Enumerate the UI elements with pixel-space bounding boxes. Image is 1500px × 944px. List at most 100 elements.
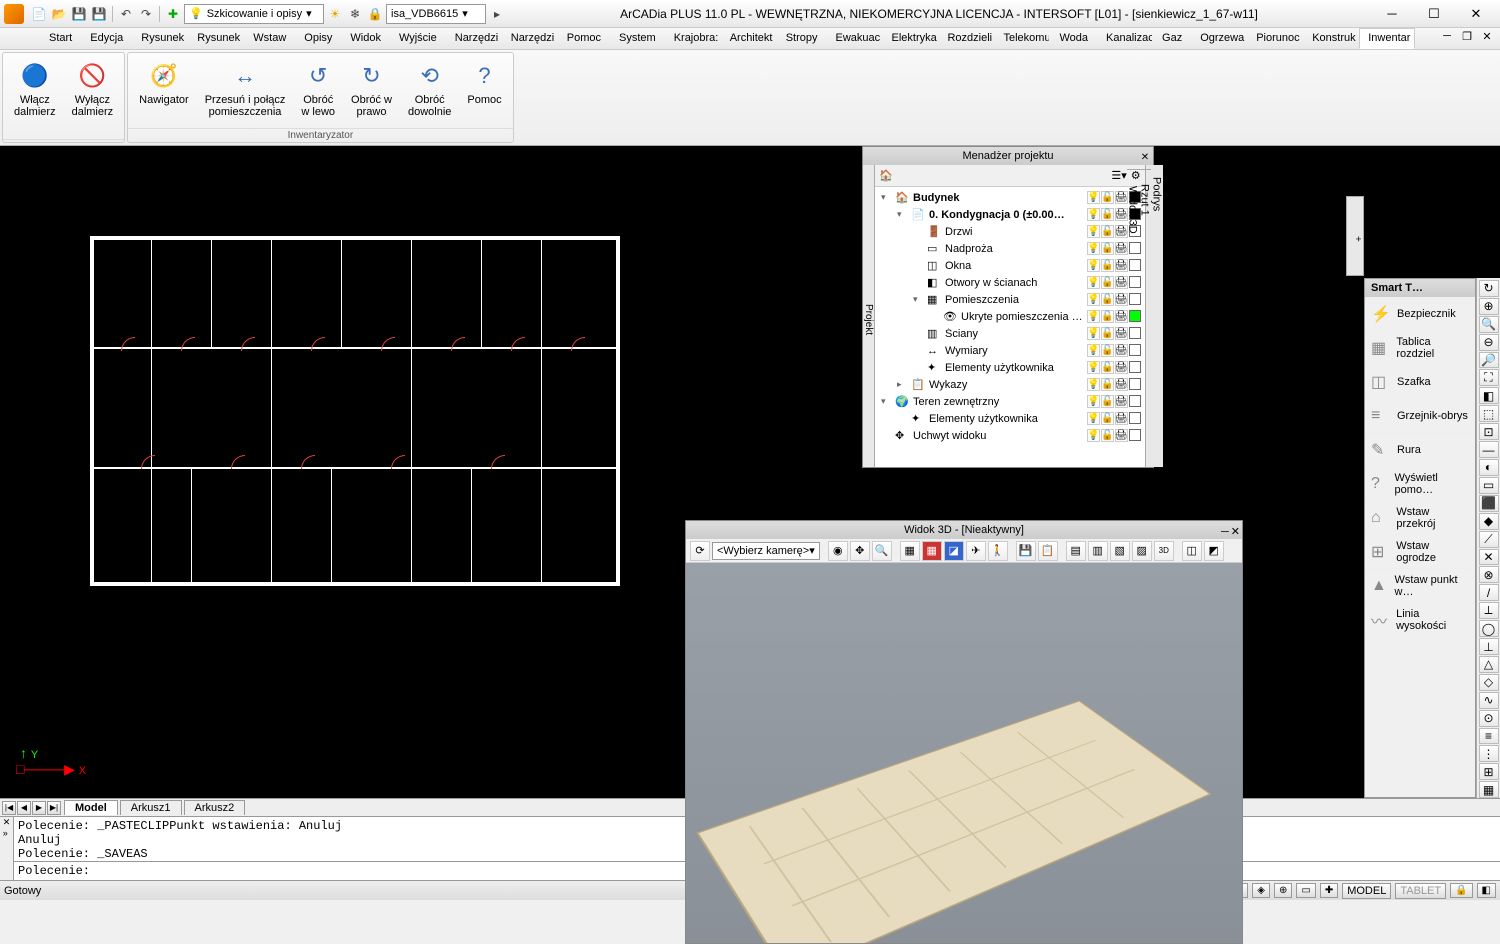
saveall-icon[interactable]: 💾 xyxy=(90,5,108,23)
tab-wstaw[interactable]: Wstaw xyxy=(244,28,295,49)
tab-system[interactable]: System xyxy=(610,28,665,49)
rtool-20[interactable]: ⊥ xyxy=(1479,638,1499,655)
tab-telekomu[interactable]: Telekomu xyxy=(994,28,1050,49)
v3d-save-icon[interactable]: 💾 xyxy=(1016,541,1036,561)
ribbon-wyłącz[interactable]: 🚫Wyłącz dalmierz xyxy=(65,57,121,135)
sheet-nav[interactable]: ▶| xyxy=(47,801,61,815)
tree-pomieszczenia[interactable]: ▾▦Pomieszczenia💡🔓🖨 xyxy=(877,291,1143,308)
v3d-orbit-icon[interactable]: ◉ xyxy=(828,541,848,561)
tree-budynek[interactable]: ▾🏠Budynek💡🔓🖨 xyxy=(877,189,1143,206)
v3d-t4-icon[interactable]: ▨ xyxy=(1132,541,1152,561)
view3d-title[interactable]: Widok 3D - [Nieaktywny] ─ ✕ xyxy=(686,521,1242,539)
sheet-nav[interactable]: |◀ xyxy=(2,801,16,815)
tab-elektryka[interactable]: Elektryka xyxy=(882,28,938,49)
tree-uchwyt-widoku[interactable]: ✥Uchwyt widoku💡🔓🖨 xyxy=(877,427,1143,444)
ribbon-włącz[interactable]: 🔵Włącz dalmierz xyxy=(7,57,63,135)
sheet-tab-arkusz2[interactable]: Arkusz2 xyxy=(184,800,246,815)
v3d-t2-icon[interactable]: ▥ xyxy=(1088,541,1108,561)
rtool-22[interactable]: ◇ xyxy=(1479,674,1499,691)
tab-pomoc[interactable]: Pomoc xyxy=(558,28,610,49)
sheet-tab-arkusz1[interactable]: Arkusz1 xyxy=(120,800,182,815)
rtool-24[interactable]: ⊙ xyxy=(1479,710,1499,727)
tree-drzwi[interactable]: 🚪Drzwi💡🔓🖨 xyxy=(877,223,1143,240)
tab-widok[interactable]: Widok xyxy=(341,28,390,49)
tree-0-kondygnacja-0-0-00-[interactable]: ▾📄0. Kondygnacja 0 (±0.00…💡🔓🖨 xyxy=(877,206,1143,223)
tree-teren-zewn-trzny[interactable]: ▾🌍Teren zewnętrzny💡🔓🖨 xyxy=(877,393,1143,410)
sun-icon[interactable]: ☀ xyxy=(326,5,344,23)
v3d-zoom-icon[interactable]: 🔍 xyxy=(872,541,892,561)
v3d-t5-icon[interactable]: ◫ xyxy=(1182,541,1202,561)
tab-inwentar[interactable]: Inwentar xyxy=(1359,28,1415,49)
smart-bezpiecznik[interactable]: ⚡Bezpiecznik xyxy=(1365,297,1475,331)
tab-narzędzi[interactable]: Narzędzi xyxy=(502,28,558,49)
rtool-25[interactable]: ≡ xyxy=(1479,728,1499,745)
tree-wykazy[interactable]: ▸📋Wykazy💡🔓🖨 xyxy=(877,376,1143,393)
tree-okna[interactable]: ◫Okna💡🔓🖨 xyxy=(877,257,1143,274)
tree-elementy-u-ytkownika[interactable]: ✦Elementy użytkownika💡🔓🖨 xyxy=(877,410,1143,427)
pm-close-icon[interactable]: ✕ xyxy=(1139,149,1151,161)
lock-icon[interactable]: 🔒 xyxy=(366,5,384,23)
tab-edycja[interactable]: Edycja xyxy=(81,28,132,49)
layer-icon[interactable]: ✚ xyxy=(164,5,182,23)
rtool-0[interactable]: ↻ xyxy=(1479,280,1499,297)
pm-right-tabs[interactable]: Podrys Rzut 1 Widok 3D xyxy=(1145,165,1163,467)
status-end-icon[interactable]: ◧ xyxy=(1477,883,1496,898)
plus-tab[interactable]: + xyxy=(1346,196,1364,276)
v3d-t3-icon[interactable]: ▧ xyxy=(1110,541,1130,561)
tree-wymiary[interactable]: ↔Wymiary💡🔓🖨 xyxy=(877,342,1143,359)
rtool-23[interactable]: ∿ xyxy=(1479,692,1499,709)
v3d-fly-icon[interactable]: ✈ xyxy=(966,541,986,561)
rtool-3[interactable]: ⊖ xyxy=(1479,334,1499,351)
v3d-min-icon[interactable]: ─ xyxy=(1221,523,1229,541)
view3d-viewport[interactable] xyxy=(686,563,1242,943)
rtool-17[interactable]: / xyxy=(1479,584,1499,601)
smart-linia-wysoko-ci[interactable]: 〰Linia wysokości xyxy=(1365,603,1475,637)
rtool-28[interactable]: ▦ xyxy=(1479,781,1499,798)
rtool-19[interactable]: ◯ xyxy=(1479,620,1499,637)
status-b7-icon[interactable]: ◈ xyxy=(1252,883,1270,898)
smart-rura[interactable]: ✎Rura xyxy=(1365,433,1475,467)
tree-nadpro-a[interactable]: ▭Nadproża💡🔓🖨 xyxy=(877,240,1143,257)
tab-opisy[interactable]: Opisy xyxy=(295,28,341,49)
layer-combo[interactable]: 💡 Szkicowanie i opisy ▾ xyxy=(184,4,324,24)
dropdown-icon[interactable]: ▸ xyxy=(488,5,506,23)
tab-rysunek[interactable]: Rysunek xyxy=(188,28,244,49)
smart-grzejnik-obrys[interactable]: ≡Grzejnik-obrys xyxy=(1365,399,1475,433)
sheet-nav[interactable]: ▶ xyxy=(32,801,46,815)
pm-tree[interactable]: ▾🏠Budynek💡🔓🖨▾📄0. Kondygnacja 0 (±0.00…💡🔓… xyxy=(875,187,1145,467)
status-b9-icon[interactable]: ▭ xyxy=(1296,883,1315,898)
camera-combo[interactable]: <Wybierz kamerę> ▾ xyxy=(712,542,820,560)
tab-architekt[interactable]: Architekt xyxy=(721,28,777,49)
close-button[interactable]: ✕ xyxy=(1456,2,1496,26)
status-b10-icon[interactable]: ✚ xyxy=(1320,883,1338,898)
undo-icon[interactable]: ↶ xyxy=(117,5,135,23)
tab-woda[interactable]: Woda xyxy=(1050,28,1097,49)
rtool-18[interactable]: ⟂ xyxy=(1479,602,1499,619)
open-icon[interactable]: 📂 xyxy=(50,5,68,23)
tab-ewakuac[interactable]: Ewakuac xyxy=(826,28,882,49)
save-icon[interactable]: 💾 xyxy=(70,5,88,23)
rtool-11[interactable]: ▭ xyxy=(1479,477,1499,494)
freeze-icon[interactable]: ❄ xyxy=(346,5,364,23)
tree-ukryte-pomieszczenia-[interactable]: 👁Ukryte pomieszczenia …💡🔓🖨 xyxy=(877,308,1143,325)
tab-stropy[interactable]: Stropy xyxy=(777,28,827,49)
tab-rysunek[interactable]: Rysunek xyxy=(132,28,188,49)
tab-konstruk[interactable]: Konstruk xyxy=(1303,28,1359,49)
tab-kanalizac[interactable]: Kanalizac xyxy=(1097,28,1153,49)
v3d-persp-icon[interactable]: ▦ xyxy=(900,541,920,561)
tree--ciany[interactable]: ▥Ściany💡🔓🖨 xyxy=(877,325,1143,342)
smart-wstaw-przekr-j[interactable]: ⌂Wstaw przekrój xyxy=(1365,501,1475,535)
rtool-15[interactable]: ✕ xyxy=(1479,549,1499,566)
v3d-shade-icon[interactable]: ◪ xyxy=(944,541,964,561)
tab-start[interactable]: Start xyxy=(40,28,81,49)
tree-elementy-u-ytkownika[interactable]: ✦Elementy użytkownika💡🔓🖨 xyxy=(877,359,1143,376)
rtool-16[interactable]: ⊗ xyxy=(1479,566,1499,583)
v3d-t1-icon[interactable]: ▤ xyxy=(1066,541,1086,561)
pm-side-tab[interactable]: Projekt xyxy=(863,165,875,467)
rtool-2[interactable]: 🔍 xyxy=(1479,316,1499,333)
v3d-wire-icon[interactable]: ▦ xyxy=(922,541,942,561)
v3d-pan-icon[interactable]: ✥ xyxy=(850,541,870,561)
cmd-close-icon[interactable]: ✕» xyxy=(0,817,14,880)
status-tablet[interactable]: TABLET xyxy=(1395,883,1446,899)
rtool-13[interactable]: ◆ xyxy=(1479,513,1499,530)
